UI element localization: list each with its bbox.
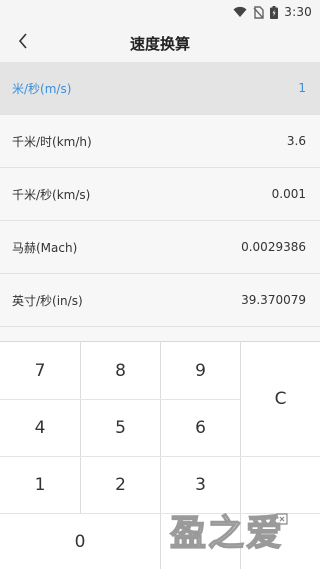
unit-name: 米/秒(m/s) <box>12 81 72 96</box>
key-blank <box>241 457 320 513</box>
unit-list: 米/秒(m/s) 1 千米/时(km/h) 3.6 千米/秒(km/s) 0.0… <box>0 62 320 341</box>
key-0[interactable]: 0 <box>0 514 160 569</box>
app-header: 速度换算 <box>0 24 320 62</box>
unit-row-mach[interactable]: 马赫(Mach) 0.0029386 <box>0 221 320 274</box>
key-7[interactable]: 7 <box>0 342 80 399</box>
screen: 3:30 速度换算 米/秒(m/s) 1 千米/时(km/h) 3.6 千米/秒… <box>0 0 320 569</box>
no-sim-icon <box>253 5 264 19</box>
wifi-icon <box>233 6 247 18</box>
backspace-icon <box>272 510 288 530</box>
chevron-left-icon <box>18 33 28 53</box>
key-4[interactable]: 4 <box>0 400 80 456</box>
backspace-button[interactable] <box>241 513 320 569</box>
unit-value: 39.370079 <box>241 293 306 307</box>
page-title: 速度换算 <box>129 34 190 53</box>
unit-name: 英寸/秒(in/s) <box>12 293 83 308</box>
unit-row-km-per-h[interactable]: 千米/时(km/h) 3.6 <box>0 115 320 168</box>
unit-row-in-per-s[interactable]: 英寸/秒(in/s) 39.370079 <box>0 274 320 327</box>
battery-icon <box>270 5 279 19</box>
keypad: 7 8 9 C 4 5 6 1 2 3 0 <box>0 341 320 569</box>
unit-row-m-per-s[interactable]: 米/秒(m/s) 1 <box>0 62 320 115</box>
key-5[interactable]: 5 <box>81 400 160 456</box>
unit-value: 3.6 <box>286 134 306 148</box>
unit-row-km-per-s[interactable]: 千米/秒(km/s) 0.001 <box>0 168 320 221</box>
unit-name: 千米/秒(km/s) <box>12 187 91 202</box>
key-2[interactable]: 2 <box>81 457 160 513</box>
unit-value: 0.0029386 <box>241 240 306 254</box>
back-button[interactable] <box>8 28 38 58</box>
key-6[interactable]: 6 <box>161 400 240 456</box>
status-bar: 3:30 <box>0 0 320 24</box>
key-dot[interactable] <box>161 514 240 569</box>
key-8[interactable]: 8 <box>81 342 160 399</box>
unit-value: 0.001 <box>271 187 306 201</box>
key-9[interactable]: 9 <box>161 342 240 399</box>
unit-name: 千米/时(km/h) <box>12 134 92 149</box>
unit-value: 1 <box>298 81 306 95</box>
unit-row-partial <box>0 327 320 341</box>
status-time: 3:30 <box>284 5 312 19</box>
key-3[interactable]: 3 <box>161 457 240 513</box>
unit-name: 马赫(Mach) <box>12 240 78 255</box>
clear-button[interactable]: C <box>241 342 320 456</box>
key-1[interactable]: 1 <box>0 457 80 513</box>
